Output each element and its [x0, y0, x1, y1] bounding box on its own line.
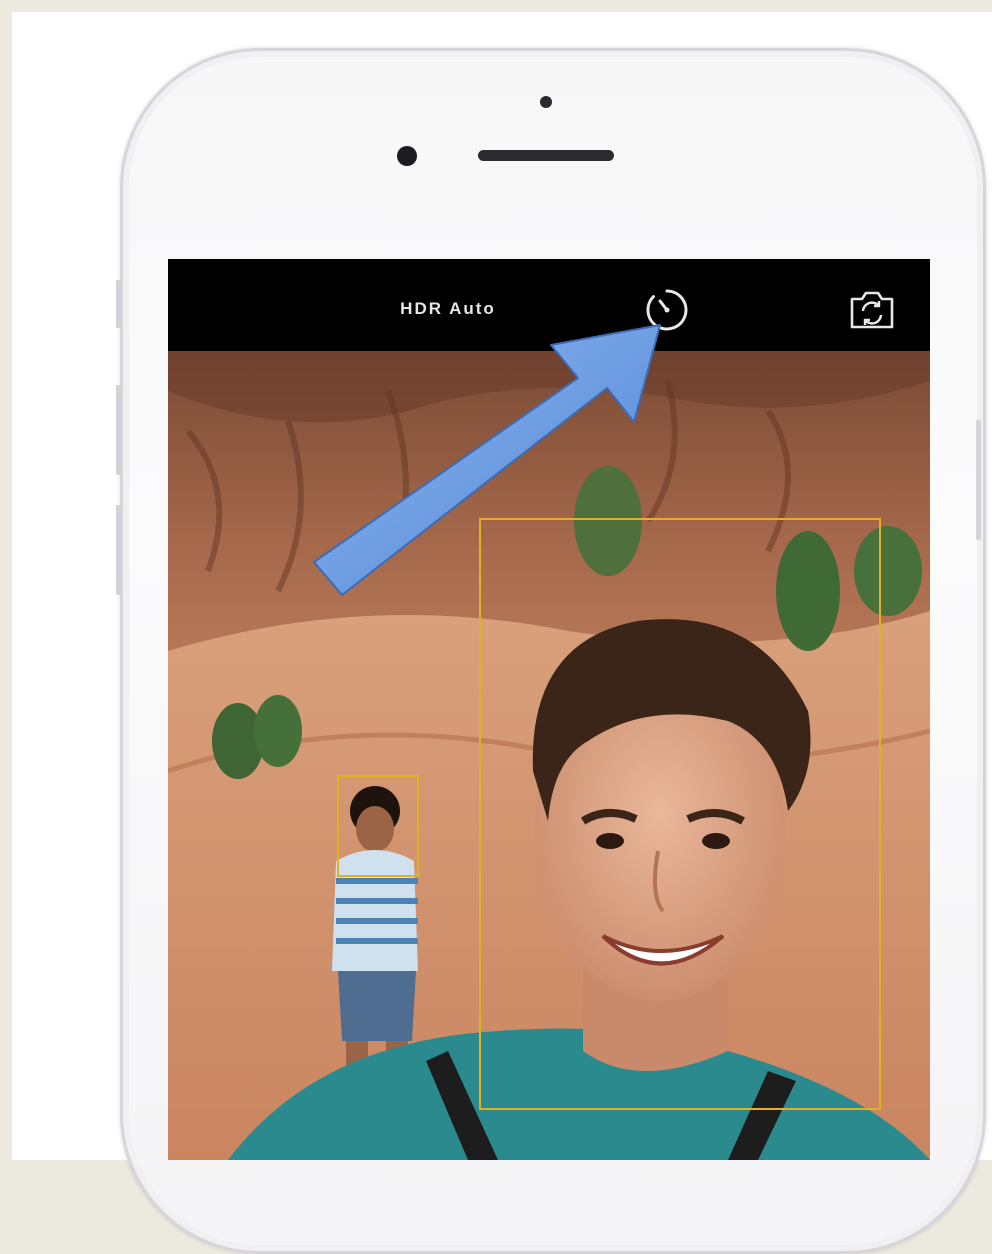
proximity-sensor	[540, 96, 552, 108]
tree-right	[776, 531, 840, 651]
volume-up-button	[116, 385, 121, 475]
tree-left-2	[254, 695, 302, 767]
pointer-arrow	[313, 324, 661, 596]
earpiece-speaker	[478, 150, 614, 161]
power-button	[976, 420, 981, 540]
tree-far-right	[854, 526, 922, 616]
mute-switch	[116, 280, 121, 328]
front-camera-lens	[397, 146, 417, 166]
flip-camera-icon	[850, 291, 894, 329]
flip-camera-button[interactable]	[848, 289, 896, 331]
volume-down-button	[116, 505, 121, 595]
